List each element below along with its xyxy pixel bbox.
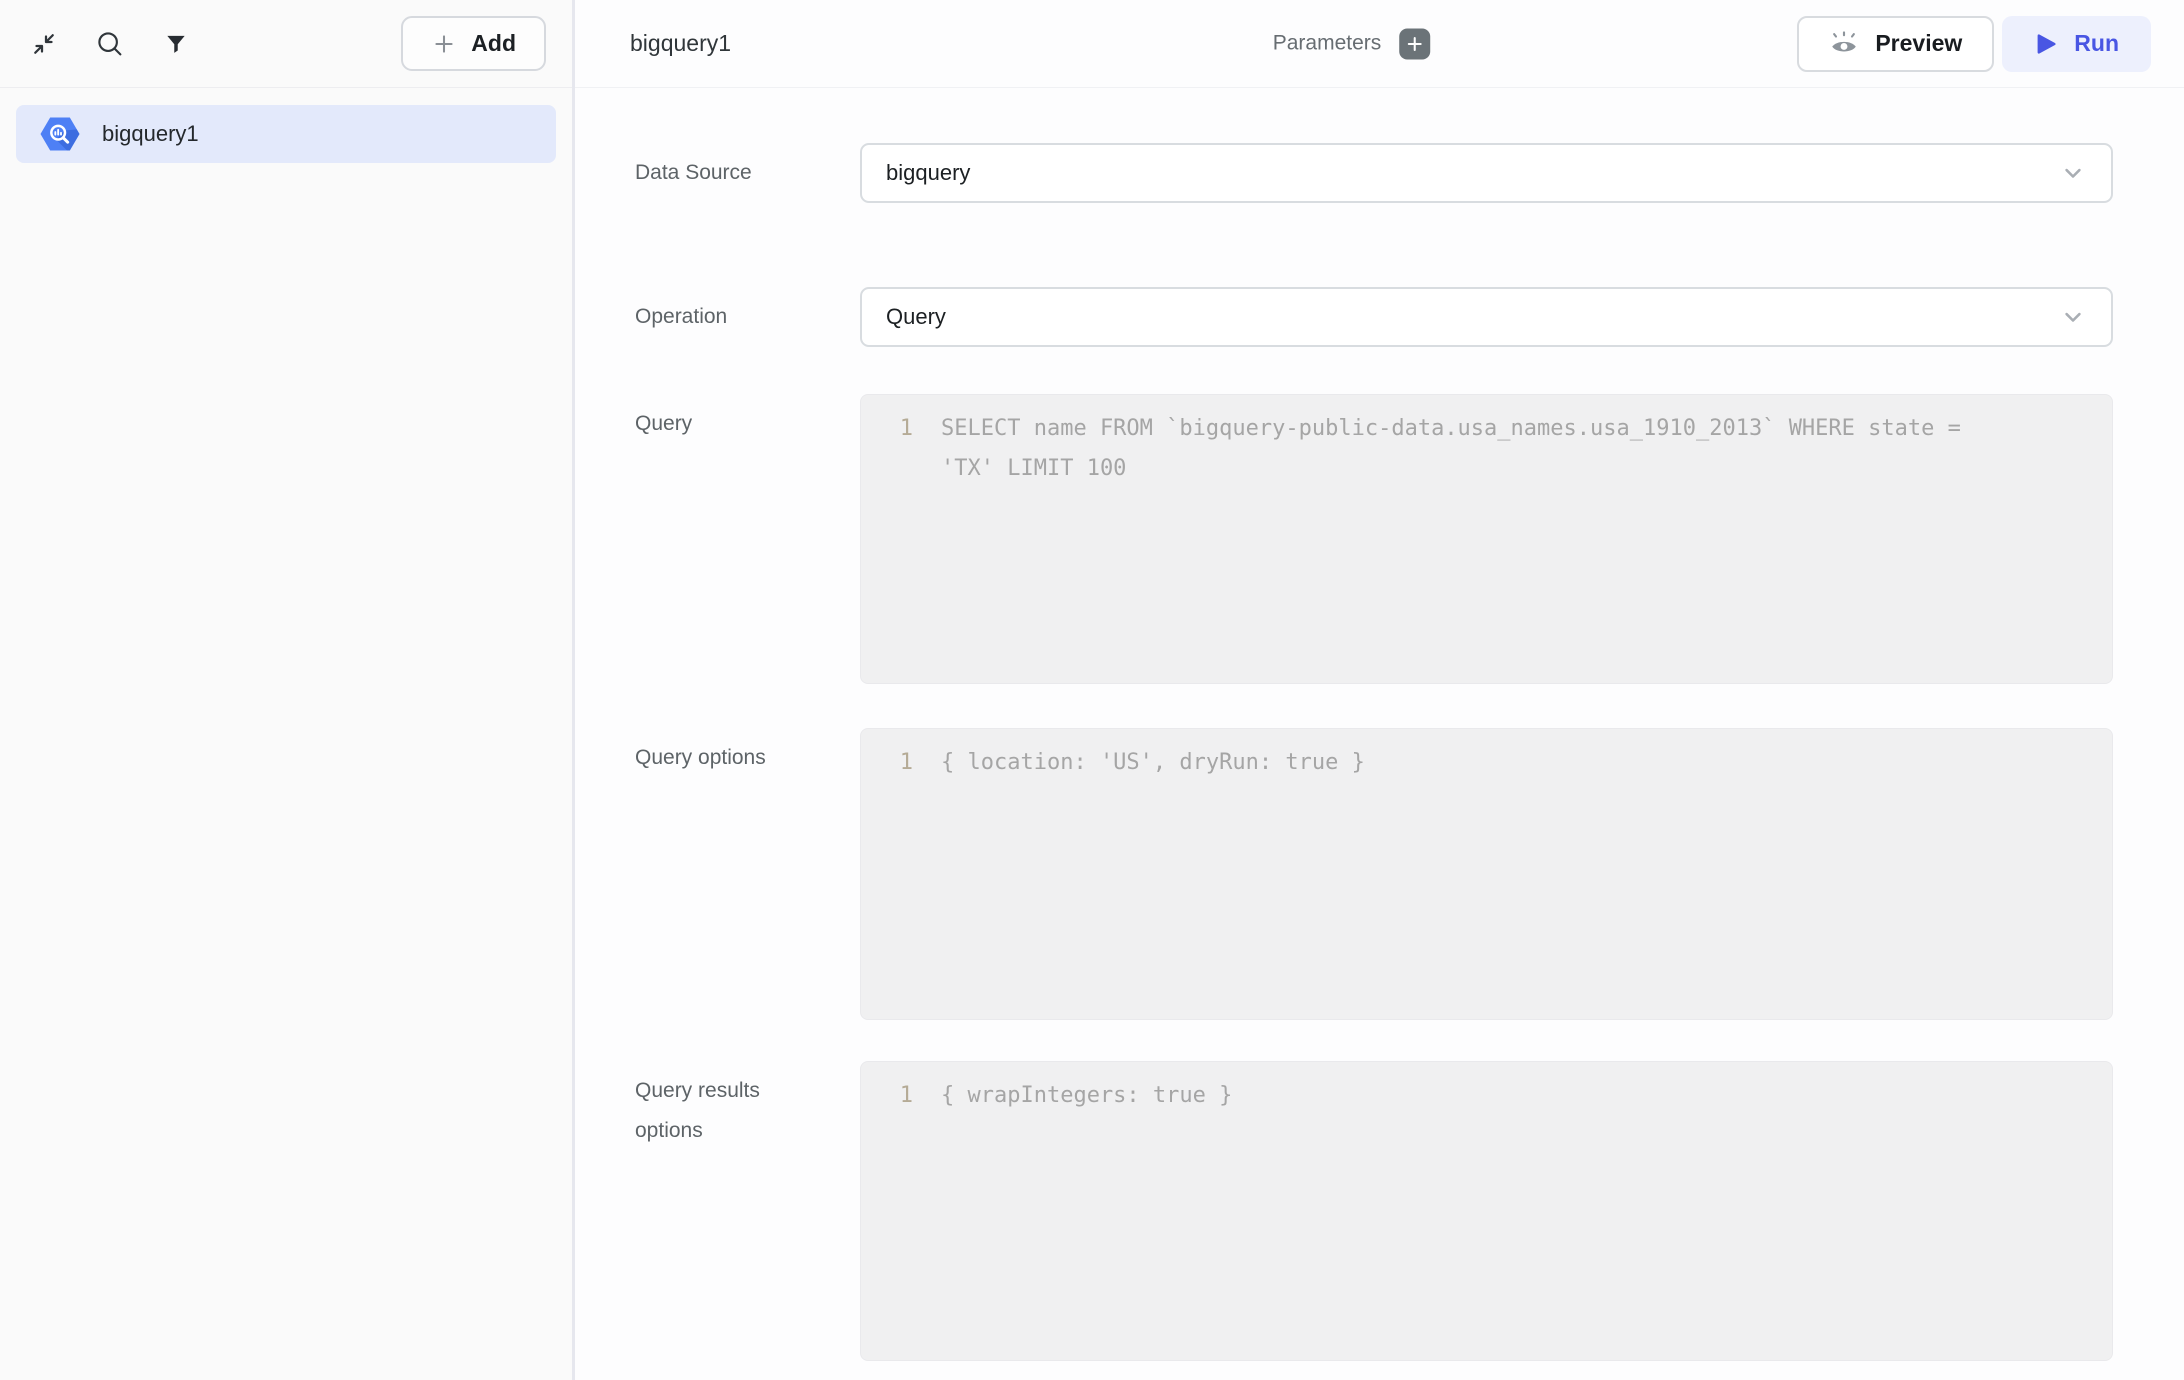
query-list-item-bigquery1[interactable]: bigquery1 — [16, 105, 556, 163]
chevron-down-icon — [2059, 303, 2087, 331]
run-button-label: Run — [2074, 30, 2119, 57]
operation-value: Query — [886, 304, 2059, 330]
header-actions: Preview Run — [1797, 16, 2151, 72]
query-code-editor[interactable]: 1 SELECT name FROM `bigquery-public-data… — [860, 394, 2113, 684]
line-number: 1 — [861, 409, 913, 449]
query-options-label: Query options — [635, 728, 860, 778]
data-source-value: bigquery — [886, 160, 2059, 186]
query-label: Query — [635, 394, 860, 444]
query-title: bigquery1 — [630, 30, 731, 57]
preview-button-label: Preview — [1875, 30, 1962, 57]
bigquery-icon — [40, 116, 80, 152]
query-detail-panel: bigquery1 Parameters Preview — [575, 0, 2184, 1380]
operation-label: Operation — [635, 297, 860, 337]
form-row-operation: Operation Query — [635, 287, 2113, 347]
form-row-query-results-options: Query results options 1 { wrapIntegers: … — [635, 1061, 2113, 1361]
query-sidebar: Add bigquery1 — [0, 0, 575, 1380]
code-line: 1 SELECT name FROM `bigquery-public-data… — [861, 409, 2088, 489]
collapse-panel-button[interactable] — [26, 26, 62, 62]
run-button[interactable]: Run — [2002, 16, 2151, 72]
query-item-label: bigquery1 — [102, 121, 199, 147]
query-placeholder-text: SELECT name FROM `bigquery-public-data.u… — [941, 409, 2017, 489]
parameters-label: Parameters — [1273, 32, 1382, 56]
query-results-options-code-editor[interactable]: 1 { wrapIntegers: true } — [860, 1061, 2113, 1361]
add-button-label: Add — [471, 30, 516, 57]
query-options-code-editor[interactable]: 1 { location: 'US', dryRun: true } — [860, 728, 2113, 1020]
form-row-query-options: Query options 1 { location: 'US', dryRun… — [635, 728, 2113, 1020]
search-queries-button[interactable] — [92, 26, 128, 62]
play-icon — [2034, 32, 2058, 56]
plus-icon — [1405, 34, 1424, 53]
collapse-arrows-icon — [29, 29, 59, 59]
plus-icon — [431, 31, 457, 57]
data-source-label: Data Source — [635, 153, 860, 193]
line-number: 1 — [861, 1076, 913, 1116]
query-options-placeholder-text: { location: 'US', dryRun: true } — [941, 743, 1365, 783]
query-form: Data Source bigquery Operation Query — [575, 88, 2184, 1361]
line-number: 1 — [861, 743, 913, 783]
search-icon — [95, 29, 125, 59]
filter-queries-button[interactable] — [158, 26, 194, 62]
operation-select[interactable]: Query — [860, 287, 2113, 347]
data-source-select[interactable]: bigquery — [860, 143, 2113, 203]
parameters-section: Parameters — [1273, 28, 1431, 59]
query-results-options-placeholder-text: { wrapIntegers: true } — [941, 1076, 1232, 1116]
query-editor-app: Add bigquery1 bigquery1 Parameters — [0, 0, 2184, 1380]
code-line: 1 { location: 'US', dryRun: true } — [861, 743, 2088, 783]
query-list: bigquery1 — [0, 88, 572, 180]
chevron-down-icon — [2059, 159, 2087, 187]
code-line: 1 { wrapIntegers: true } — [861, 1076, 2088, 1116]
form-row-data-source: Data Source bigquery — [635, 143, 2113, 203]
add-parameter-button[interactable] — [1399, 28, 1430, 59]
sidebar-toolbar: Add — [0, 0, 572, 88]
preview-button[interactable]: Preview — [1797, 16, 1994, 72]
query-header: bigquery1 Parameters Preview — [575, 0, 2184, 88]
add-query-button[interactable]: Add — [401, 16, 546, 71]
filter-icon — [163, 31, 189, 57]
eye-icon — [1829, 30, 1859, 58]
form-row-query: Query 1 SELECT name FROM `bigquery-publi… — [635, 394, 2113, 684]
query-results-options-label: Query results options — [635, 1061, 860, 1151]
